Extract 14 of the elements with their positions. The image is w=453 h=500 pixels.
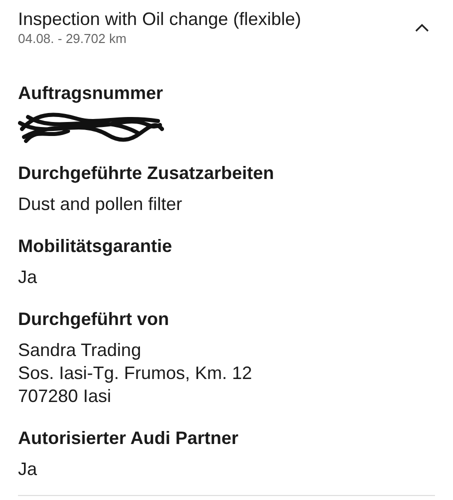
- field-value: Sos. Iasi-Tg. Frumos, Km. 12: [18, 362, 254, 385]
- field-label: Auftragsnummer: [18, 82, 164, 105]
- field-value: 707280 Iasi: [18, 385, 112, 408]
- chevron-icon: [415, 23, 429, 32]
- field-value: Ja: [18, 458, 38, 481]
- service-title: Inspection with Oil change (flexible): [18, 8, 302, 31]
- field-label: Durchgeführt von: [18, 308, 170, 331]
- field-value: Dust and pollen filter: [18, 193, 184, 216]
- field-value: Ja: [18, 266, 38, 289]
- field-label: Autorisierter Audi Partner: [18, 427, 240, 450]
- field-label: Mobilitätsgarantie: [18, 235, 174, 258]
- field-label: Durchgeführte Zusatzarbeiten: [18, 162, 276, 185]
- service-subtitle: 04.08. - 29.702 km: [18, 31, 128, 47]
- field-value: Sandra Trading: [18, 339, 142, 362]
